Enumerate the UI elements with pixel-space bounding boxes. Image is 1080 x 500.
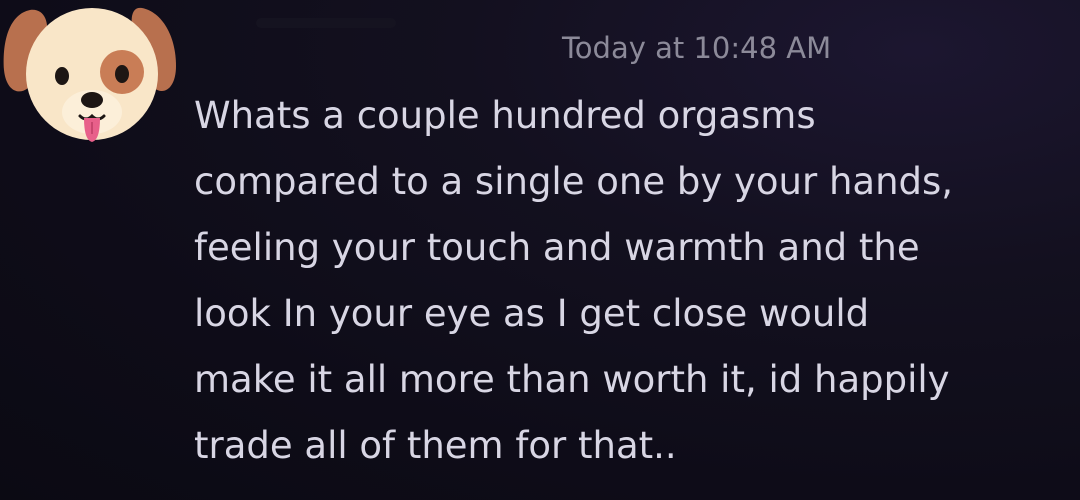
avatar[interactable]	[0, 0, 180, 160]
message-timestamp: Today at 10:48 AM	[562, 31, 832, 65]
chat-message: Today at 10:48 AM Whats a couple hundred…	[0, 0, 1080, 500]
message-line: feeling your touch and warmth and the	[194, 226, 920, 269]
username-placeholder	[256, 18, 396, 28]
message-line: compared to a single one by your hands,	[194, 160, 954, 203]
message-line: make it all more than worth it, id happi…	[194, 358, 950, 401]
message-line: look In your eye as I get close would	[194, 292, 870, 335]
message-line: Whats a couple hundred orgasms	[194, 94, 816, 137]
dog-face-icon	[3, 7, 176, 142]
message-content: Whats a couple hundred orgasms compared …	[194, 83, 1054, 479]
message-line: trade all of them for that..	[194, 424, 677, 467]
